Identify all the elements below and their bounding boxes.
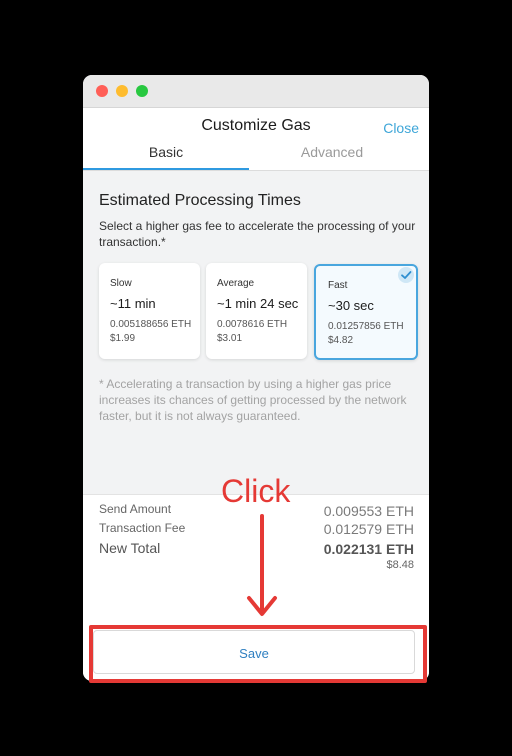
- checkmark-icon: [398, 267, 414, 283]
- section-description: Select a higher gas fee to accelerate th…: [99, 219, 416, 249]
- transaction-fee-value: 0.012579 ETH: [323, 521, 414, 537]
- gas-option-slow[interactable]: Slow ~11 min 0.005188656 ETH $1.99: [99, 263, 200, 359]
- gas-option-average[interactable]: Average ~1 min 24 sec 0.0078616 ETH $3.0…: [206, 263, 307, 359]
- option-label: Average: [217, 278, 255, 289]
- modal-footer: Save: [83, 613, 429, 681]
- new-total-value: 0.022131 ETH: [323, 541, 414, 557]
- active-tab-indicator: [83, 168, 249, 170]
- new-total-usd: $8.48: [386, 559, 414, 571]
- option-usd: $1.99: [110, 333, 136, 344]
- page-title: Customize Gas: [201, 117, 311, 134]
- send-amount-label: Send Amount: [99, 502, 172, 516]
- maximize-window-button[interactable]: [136, 85, 148, 97]
- new-total-label: New Total: [99, 540, 161, 556]
- save-button[interactable]: Save: [93, 630, 415, 674]
- close-window-button[interactable]: [96, 85, 108, 97]
- send-amount-value: 0.009553 ETH: [323, 503, 414, 519]
- option-usd: $3.01: [217, 333, 243, 344]
- option-time: ~1 min 24 sec: [217, 296, 299, 311]
- tab-advanced[interactable]: Advanced: [249, 144, 415, 170]
- option-eth: 0.01257856 ETH: [328, 321, 404, 332]
- modal-header: Customize Gas Close Basic Advanced: [83, 108, 429, 171]
- window-titlebar: [83, 75, 429, 108]
- transaction-fee-label: Transaction Fee: [99, 521, 186, 535]
- acceleration-note: * Accelerating a transaction by using a …: [99, 377, 407, 423]
- annotation-arrow-icon: [247, 514, 277, 616]
- option-label: Slow: [110, 278, 132, 289]
- section-title: Estimated Processing Times: [99, 192, 301, 209]
- close-link[interactable]: Close: [383, 120, 419, 136]
- option-time: ~30 sec: [328, 298, 374, 313]
- option-label: Fast: [328, 280, 348, 291]
- tab-basic-label: Basic: [148, 144, 184, 160]
- option-time: ~11 min: [110, 296, 156, 311]
- option-usd: $4.82: [328, 335, 354, 346]
- tab-basic[interactable]: Basic: [83, 144, 249, 170]
- option-eth: 0.0078616 ETH: [217, 319, 288, 330]
- minimize-window-button[interactable]: [116, 85, 128, 97]
- gas-option-fast[interactable]: Fast ~30 sec 0.01257856 ETH $4.82: [314, 264, 418, 360]
- tab-advanced-label: Advanced: [300, 144, 364, 160]
- click-annotation-label: Click: [221, 473, 291, 509]
- option-eth: 0.005188656 ETH: [110, 319, 192, 330]
